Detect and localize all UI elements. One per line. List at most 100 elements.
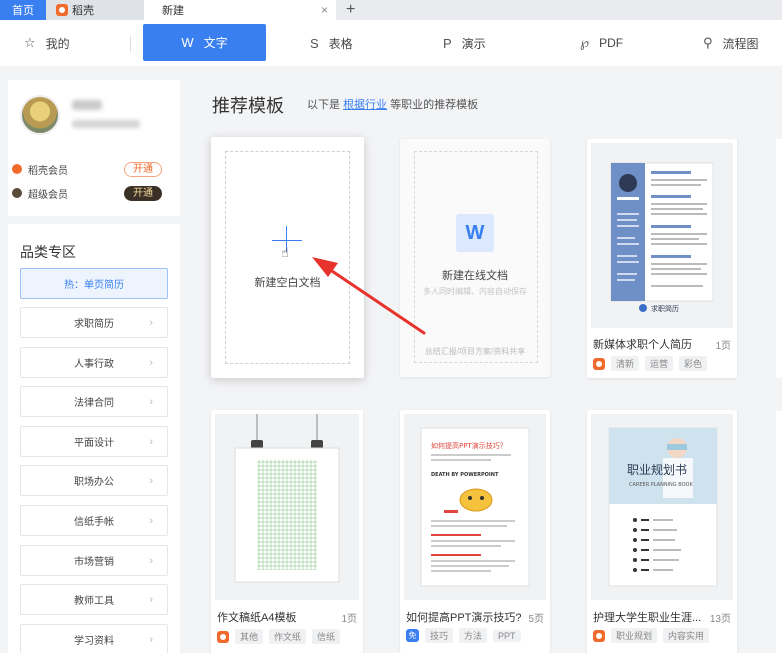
chevron-right-icon: › <box>149 514 153 527</box>
tab-home[interactable]: 首页 <box>0 0 46 20</box>
ppt-thumbnail-title: 如何提高PPT演示技巧？ <box>431 441 507 450</box>
type-presentation[interactable]: P 演示 <box>443 28 486 58</box>
new-blank-doc-label: 新建空白文档 <box>254 277 321 289</box>
template-card-grid-paper[interactable]: 作文稿纸A4模板 1页 其他 作文纸 信纸 <box>211 410 363 653</box>
career-thumbnail-image: 职业规划书 CAREER PLANNING BOOK <box>608 427 718 587</box>
chevron-right-icon: › <box>149 474 153 487</box>
type-flowchart[interactable]: ⚲ 流程图 <box>703 28 759 58</box>
category-item-label: 平面设计 <box>74 438 114 449</box>
tag[interactable]: 方法 <box>459 628 488 643</box>
tag[interactable]: 信纸 <box>312 629 341 644</box>
template-card-resume[interactable]: 求职简历 新媒体求职个人简历 1页 清新 运营 彩色 <box>587 139 737 378</box>
template-name: 新媒体求职个人简历 <box>593 339 692 351</box>
avatar[interactable] <box>20 95 60 135</box>
template-tags: 职业规划 内容实用 <box>593 628 710 643</box>
new-online-doc-label: 新建在线文档 <box>442 270 508 282</box>
tab-doke[interactable]: 稻壳 <box>46 0 144 20</box>
username-blurred <box>72 100 102 110</box>
tag[interactable]: PPT <box>493 629 521 642</box>
resume-thumbnail-title: 求职简历 <box>651 304 679 313</box>
tag[interactable]: 其他 <box>235 629 264 644</box>
tag[interactable]: 作文纸 <box>269 629 307 644</box>
type-mine-label: 我的 <box>45 36 70 51</box>
tab-doke-label: 稻壳 <box>72 5 94 17</box>
free-badge-icon: 免 <box>406 629 419 642</box>
template-card-ppt-tips[interactable]: 如何提高PPT演示技巧？ DEATH BY POWERPOINT 如何提高PPT… <box>400 410 550 653</box>
category-item[interactable]: 市场营销 › <box>20 545 168 576</box>
new-online-doc-card[interactable] <box>400 139 550 377</box>
category-item[interactable]: 教师工具 › <box>20 584 168 615</box>
presentation-icon: P <box>443 35 452 51</box>
doke-member-open-button[interactable]: 开通 <box>124 161 162 177</box>
chevron-right-icon: › <box>149 356 153 369</box>
category-item-label: 法律合同 <box>74 398 114 409</box>
category-item-label: 职场办公 <box>74 477 114 488</box>
industry-link[interactable]: 根据行业 <box>343 99 387 111</box>
chevron-right-icon: › <box>149 395 153 408</box>
template-tags: 免 技巧 方法 PPT <box>406 628 521 643</box>
tag[interactable]: 职业规划 <box>611 628 658 643</box>
online-doc-footer: 总结汇报/项目方案/资料共享 <box>424 347 526 356</box>
template-pages: 1页 <box>715 341 731 352</box>
category-item[interactable]: 信纸手帐 › <box>20 505 168 536</box>
template-card-partial[interactable] <box>776 411 782 653</box>
type-mine[interactable]: ☆ 我的 <box>24 28 70 58</box>
close-icon[interactable]: × <box>321 3 328 17</box>
category-item-label: 市场营销 <box>74 557 114 568</box>
type-table-label: 表格 <box>328 36 353 51</box>
divider <box>130 36 131 52</box>
template-thumbnail: 求职简历 <box>591 143 733 328</box>
category-item[interactable]: 求职简历 › <box>20 307 168 338</box>
type-pdf[interactable]: ℘ PDF <box>580 28 623 58</box>
tag[interactable]: 彩色 <box>679 356 708 371</box>
category-hot-resume[interactable]: 热：单页简历 <box>20 268 168 299</box>
template-thumbnail <box>215 414 359 600</box>
plus-icon: + <box>346 1 356 18</box>
ppt-thumbnail-subtitle: DEATH BY POWERPOINT <box>431 472 499 478</box>
tag[interactable]: 清新 <box>611 356 640 371</box>
category-item-label: 人事行政 <box>74 359 114 370</box>
doke-logo-icon <box>217 630 229 643</box>
doke-logo-icon <box>593 357 605 370</box>
template-pages: 5页 <box>528 614 544 625</box>
template-thumbnail: 如何提高PPT演示技巧？ DEATH BY POWERPOINT <box>404 414 546 600</box>
online-doc-icon: W <box>456 214 494 252</box>
tab-new[interactable]: 新建 × <box>144 0 336 20</box>
super-member-icon <box>12 188 22 198</box>
type-presentation-label: 演示 <box>461 36 486 51</box>
ppt-thumbnail-image: 如何提高PPT演示技巧？ DEATH BY POWERPOINT <box>420 427 530 587</box>
template-name: 如何提高PPT演示技巧? <box>406 612 522 624</box>
tag[interactable]: 运营 <box>645 356 674 371</box>
tab-new-label: 新建 <box>162 5 184 17</box>
template-card-partial[interactable] <box>776 139 782 378</box>
type-word-label: 文字 <box>203 36 228 50</box>
tag[interactable]: 技巧 <box>425 628 454 643</box>
type-table[interactable]: S 表格 <box>310 28 353 58</box>
new-tab-button[interactable]: + <box>336 0 365 20</box>
template-thumbnail: 职业规划书 CAREER PLANNING BOOK <box>591 414 733 600</box>
category-item-label: 学习资料 <box>74 636 114 647</box>
subtitle-suffix: 等职业的推荐模板 <box>390 99 479 111</box>
template-pages: 13页 <box>709 614 731 625</box>
category-item-label: 信纸手帐 <box>74 517 114 528</box>
category-item[interactable]: 法律合同 › <box>20 386 168 417</box>
template-pages: 1页 <box>341 614 357 625</box>
tag[interactable]: 内容实用 <box>663 628 710 643</box>
category-item[interactable]: 平面设计 › <box>20 426 168 457</box>
doke-logo-icon <box>56 4 68 16</box>
plus-icon-bar <box>272 240 302 241</box>
type-word[interactable]: W 文字 <box>143 24 266 61</box>
template-card-career-plan[interactable]: 职业规划书 CAREER PLANNING BOOK 护理大学生职业生涯... … <box>587 410 737 653</box>
doke-member-label: 稻壳会员 <box>28 165 68 177</box>
template-name: 作文稿纸A4模板 <box>217 612 297 624</box>
career-thumbnail-title: 职业规划书 <box>627 462 687 477</box>
super-member-open-button[interactable]: 开通 <box>124 185 162 201</box>
category-item[interactable]: 人事行政 › <box>20 347 168 378</box>
online-doc-subtitle: 多人同时编辑、内容自动保存 <box>423 287 527 296</box>
resume-thumbnail-image: 求职简历 <box>610 162 714 313</box>
category-item[interactable]: 职场办公 › <box>20 465 168 496</box>
category-item[interactable]: 学习资料 › <box>20 624 168 653</box>
recommend-subtitle: 以下是 根据行业 等职业的推荐模板 <box>307 96 478 112</box>
doke-member-icon <box>12 164 22 174</box>
hand-cursor-icon: ☝ <box>281 245 289 260</box>
